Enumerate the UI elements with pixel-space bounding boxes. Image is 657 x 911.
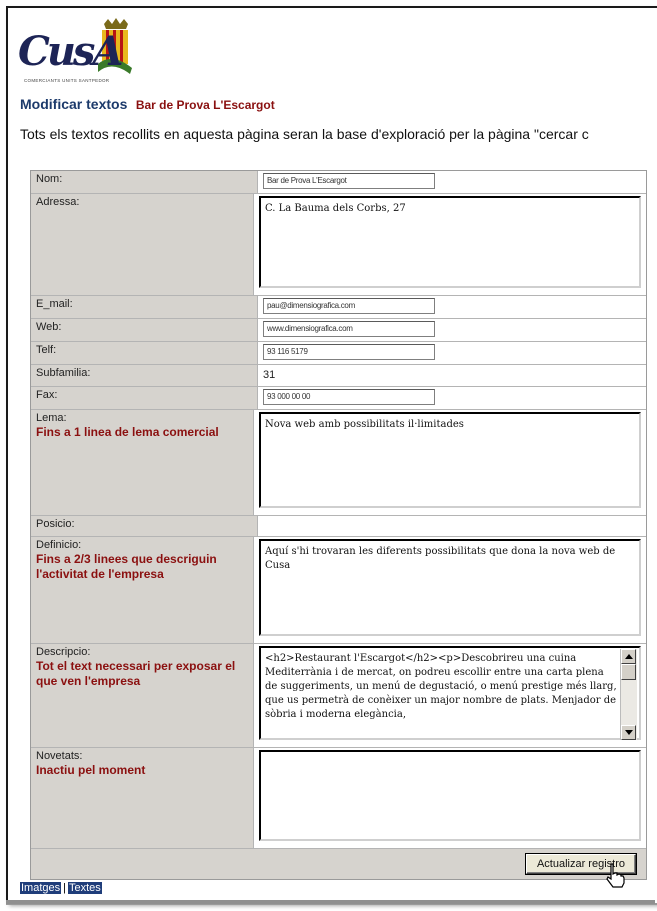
row-telf: Telf: 93 116 5179	[31, 342, 646, 365]
page-title: Modificar textos	[20, 96, 128, 112]
novetats-textarea[interactable]	[259, 750, 641, 841]
row-definicio: Definicio: Fins a 2/3 linees que descrig…	[31, 537, 646, 644]
edit-form-table: Nom: Bar de Prova L'Escargot Adressa: C.…	[30, 170, 647, 880]
descripcio-textarea[interactable]: <h2>Restaurant l'Escargot</h2><p>Descobr…	[259, 646, 641, 740]
bottom-nav: Imatges | Textes	[20, 882, 102, 894]
scroll-thumb[interactable]	[621, 664, 636, 680]
row-nom: Nom: Bar de Prova L'Escargot	[31, 171, 646, 194]
intro-text: Tots els textos recollits en aquesta pàg…	[20, 126, 589, 142]
label-novetats: Novetats:	[36, 750, 83, 762]
row-email: E_mail: pau@dimensiografica.com	[31, 296, 646, 319]
label-descripcio: Descripcio:	[36, 646, 91, 658]
row-lema: Lema: Fins a 1 linea de lema comercial N…	[31, 410, 646, 516]
row-descripcio: Descripcio: Tot el text necessari per ex…	[31, 644, 646, 748]
cusa-logo: CusA COMERCIANTS UNITS SANTPEDOR	[18, 18, 133, 88]
descripcio-scrollbar[interactable]	[620, 649, 637, 740]
row-adressa: Adressa: C. La Bauma dels Corbs, 27	[31, 194, 646, 296]
label-telf: Telf:	[31, 342, 258, 364]
business-name: Bar de Prova L'Escargot	[135, 98, 275, 112]
label-lema: Lema:	[36, 412, 67, 424]
label-nom: Nom:	[31, 171, 258, 193]
link-separator: |	[63, 882, 66, 894]
row-subfamilia: Subfamilia: 31	[31, 365, 646, 387]
email-input[interactable]: pau@dimensiografica.com	[263, 298, 435, 314]
definicio-textarea[interactable]: Aquí s'hi trovaran les diferents possibi…	[259, 539, 641, 636]
label-subfamilia: Subfamilia:	[31, 365, 258, 386]
scroll-up-arrow-icon[interactable]	[621, 649, 636, 664]
label-email: E_mail:	[31, 296, 258, 318]
hand-cursor-icon	[606, 863, 625, 888]
fax-input[interactable]: 93 000 00 00	[263, 389, 435, 405]
telf-input[interactable]: 93 116 5179	[263, 344, 435, 360]
nom-input[interactable]: Bar de Prova L'Escargot	[263, 173, 435, 189]
label-fax: Fax:	[31, 387, 258, 409]
row-web: Web: www.dimensiografica.com	[31, 319, 646, 342]
logo-wordmark: CusA	[18, 28, 123, 75]
form-footer: Actualizar registro	[31, 849, 646, 879]
label-web: Web:	[31, 319, 258, 341]
label-posicio: Posicio:	[31, 516, 258, 536]
row-novetats: Novetats: Inactiu pel moment	[31, 748, 646, 849]
descripcio-note: Tot el text necessari per exposar el que…	[36, 659, 236, 688]
lema-note: Fins a 1 linea de lema comercial	[36, 425, 219, 439]
subfamilia-value: 31	[263, 369, 276, 381]
definicio-note: Fins a 2/3 linees que descriguin l'activ…	[36, 552, 217, 581]
browser-window: CusA COMERCIANTS UNITS SANTPEDOR Modific…	[6, 6, 657, 903]
web-input[interactable]: www.dimensiografica.com	[263, 321, 435, 337]
novetats-note: Inactiu pel moment	[36, 763, 146, 777]
logo-tagline: COMERCIANTS UNITS SANTPEDOR	[24, 78, 110, 83]
window-shadow	[6, 900, 655, 904]
link-imatges[interactable]: Imatges	[20, 882, 62, 894]
lema-textarea[interactable]: Nova web amb possibilitats il·limitades	[259, 412, 641, 508]
row-posicio: Posicio:	[31, 516, 646, 537]
label-definicio: Definicio:	[36, 539, 82, 551]
label-adressa: Adressa:	[31, 194, 254, 295]
row-fax: Fax: 93 000 00 00	[31, 387, 646, 410]
adressa-textarea[interactable]: C. La Bauma dels Corbs, 27	[259, 196, 641, 288]
scroll-down-arrow-icon[interactable]	[621, 725, 636, 740]
page-heading: Modificar textos Bar de Prova L'Escargot	[20, 96, 275, 114]
link-textes[interactable]: Textes	[68, 882, 102, 894]
